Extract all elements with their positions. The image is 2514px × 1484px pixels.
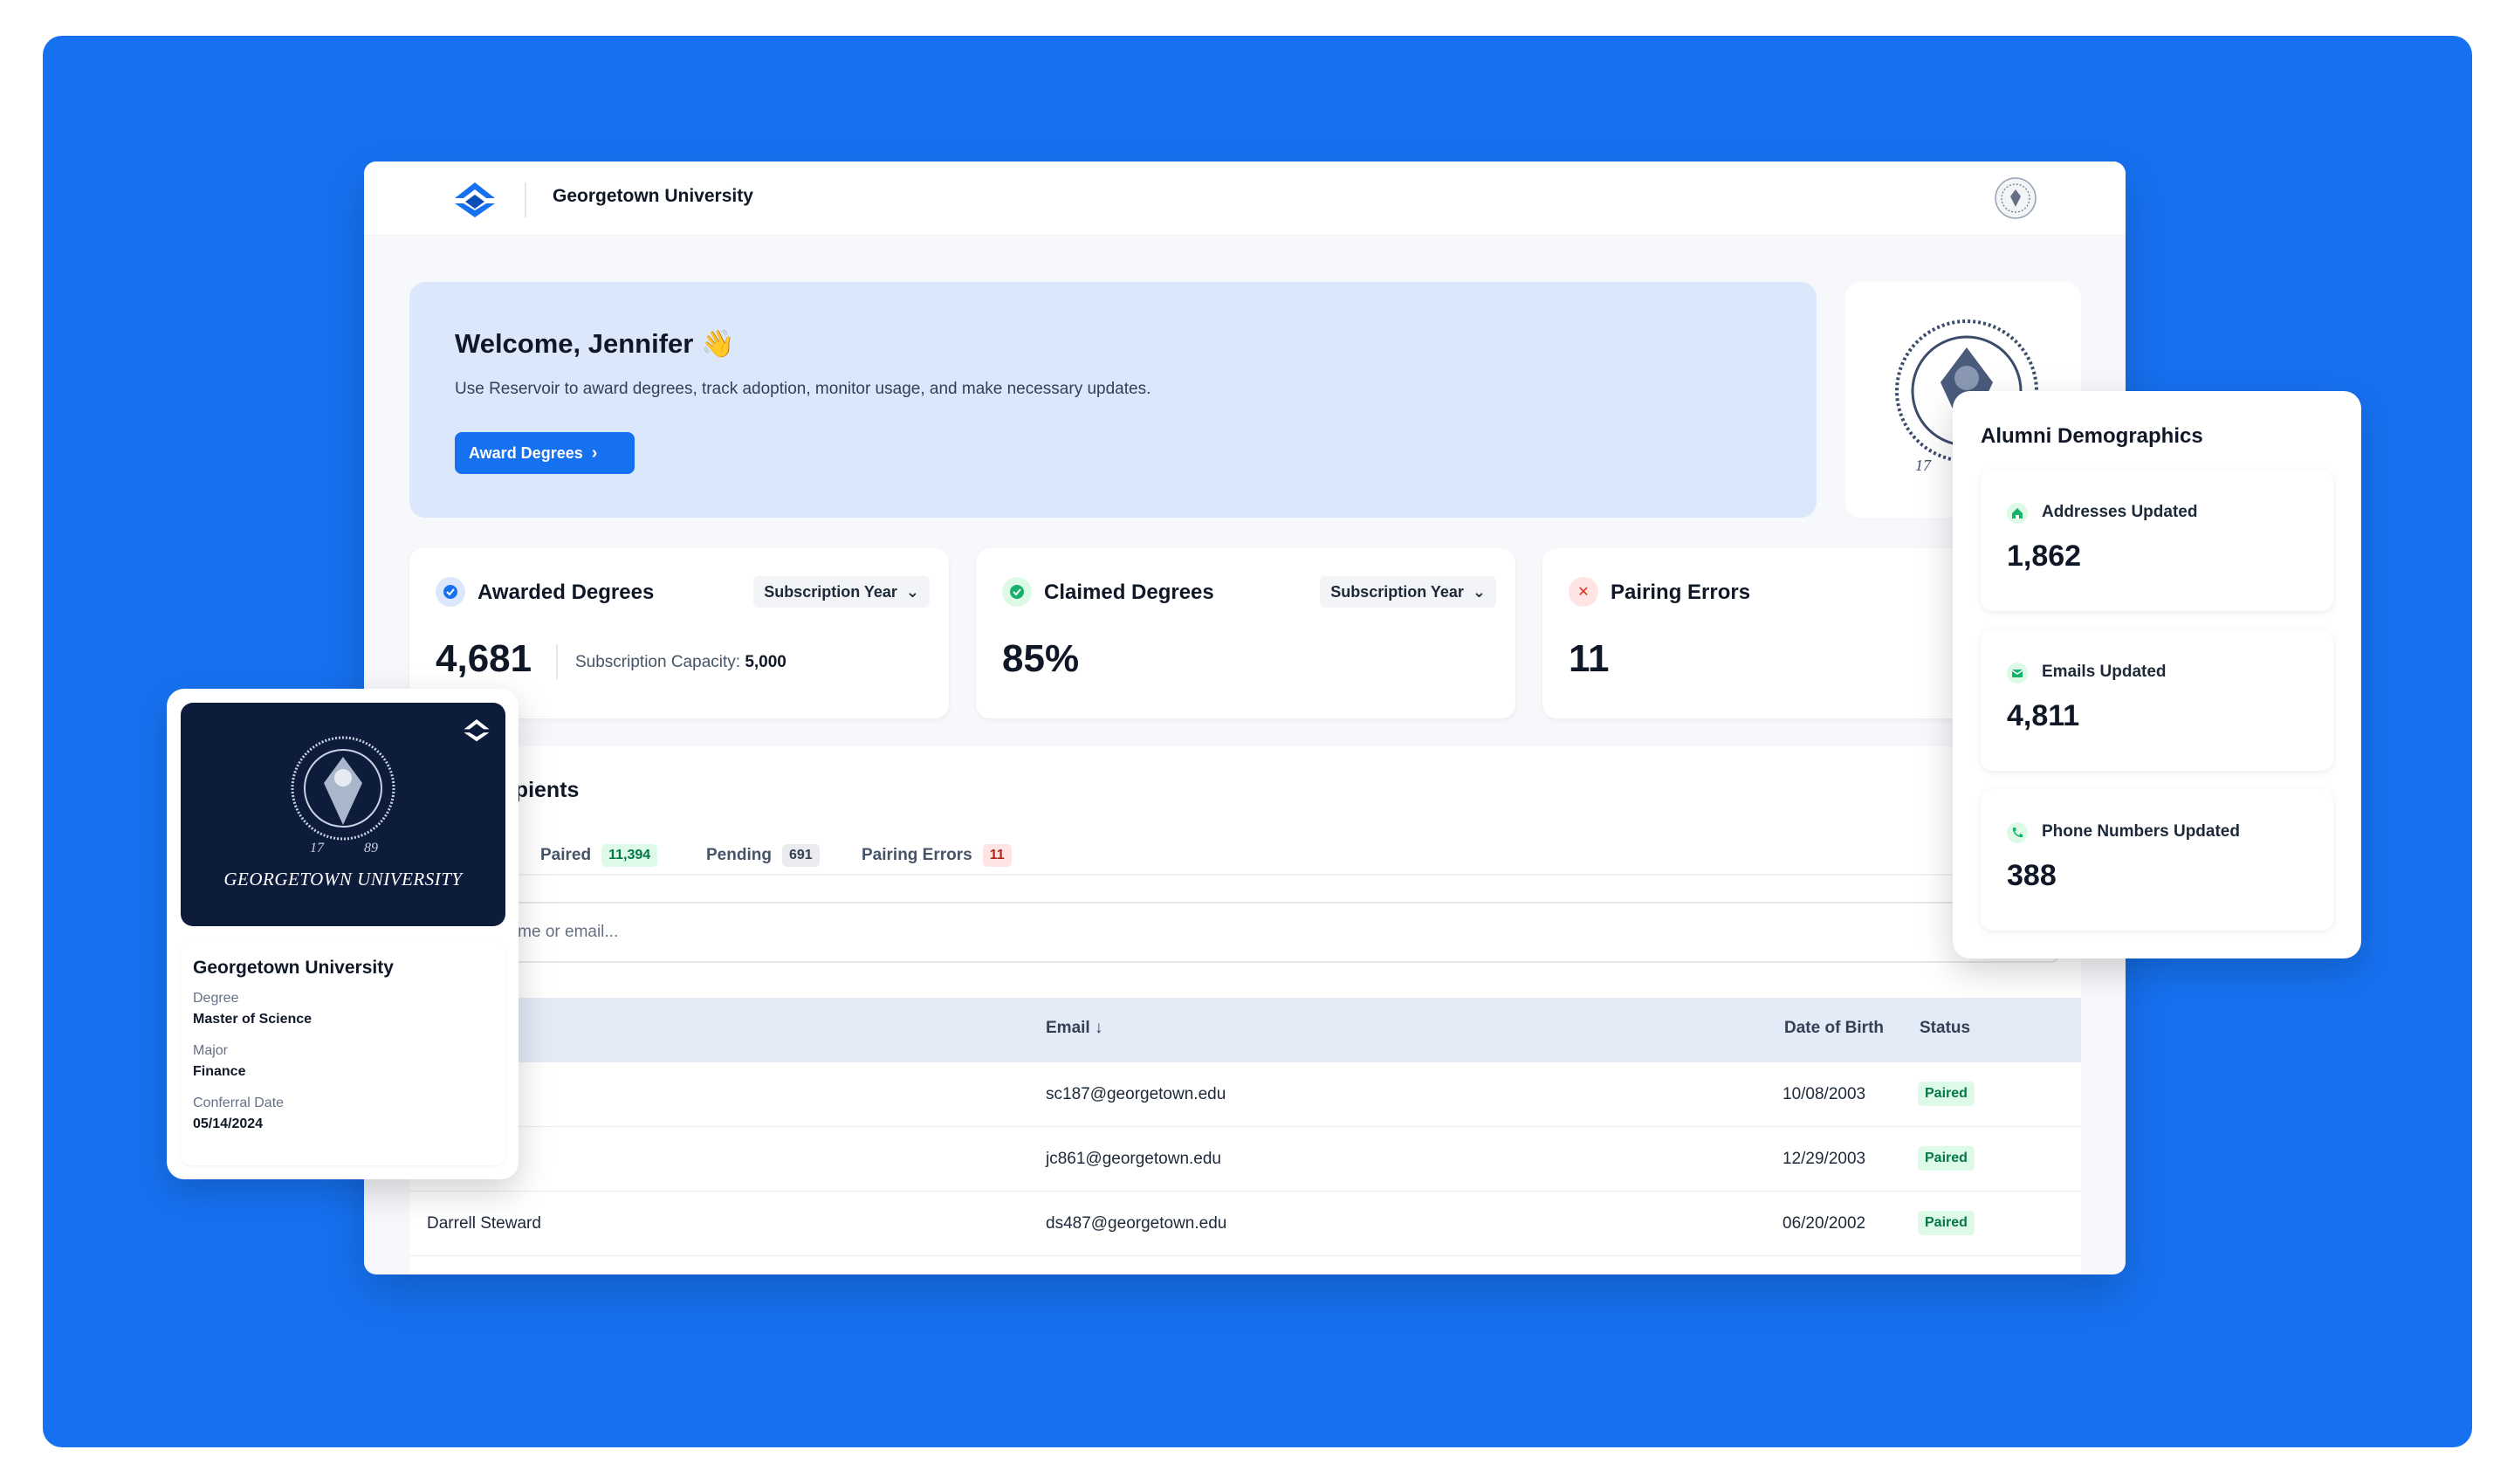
capacity-value: 5,000	[745, 653, 786, 671]
subscription-year-dropdown[interactable]: Subscription Year ⌄	[1320, 576, 1496, 608]
claimed-degrees-title: Claimed Degrees	[1044, 581, 1214, 604]
major-value: Finance	[193, 1064, 246, 1079]
reservoir-logo-icon[interactable]	[451, 179, 498, 219]
award-degrees-button[interactable]: Award Degrees ›	[455, 432, 635, 474]
seal-card-year: 17	[1915, 457, 1931, 474]
tab-paired[interactable]: Paired 11,394	[540, 844, 658, 867]
subscription-capacity: Subscription Capacity: 5,000	[575, 653, 786, 672]
reservoir-logo-icon	[464, 719, 490, 742]
welcome-subtitle: Use Reservoir to award degrees, track ad…	[455, 380, 1151, 398]
claimed-icon	[1002, 577, 1032, 607]
major-label: Major	[193, 1043, 229, 1058]
alumni-demographics-panel: Alumni Demographics Addresses Updated 1,…	[1953, 391, 2361, 958]
emails-updated-card: Emails Updated 4,811	[1981, 629, 2333, 771]
recipient-dob: 10/08/2003	[1782, 1085, 1866, 1103]
degree-value: Master of Science	[193, 1012, 313, 1027]
seal-year-right: 89	[364, 841, 378, 855]
table-row[interactable]: r jc861@georgetown.edu 12/29/2003 Paired	[409, 1127, 2081, 1192]
tab-count: 11	[982, 844, 1012, 867]
tab-pending[interactable]: Pending 691	[706, 844, 820, 867]
status-badge: Paired	[1918, 1082, 1975, 1106]
addresses-updated-label: Addresses Updated	[2042, 503, 2198, 521]
check-badge-icon	[436, 577, 465, 607]
degree-credential-card[interactable]: 17 89 GEORGETOWN UNIVERSITY Georgetown U…	[167, 689, 519, 1179]
chevron-down-icon: ⌄	[905, 582, 919, 601]
university-seal-icon	[291, 736, 395, 841]
tab-label: Pending	[706, 846, 772, 864]
recipient-dob: 12/29/2003	[1782, 1150, 1866, 1168]
phone-icon	[2007, 822, 2028, 843]
recipient-email: jc861@georgetown.edu	[1046, 1150, 1221, 1168]
dropdown-label: Subscription Year	[1330, 582, 1464, 601]
tab-count: 11,394	[601, 844, 658, 867]
search-input[interactable]: rch by name or email...	[409, 902, 2059, 963]
table-header: Email ↓ Date of Birth Status	[409, 998, 2081, 1062]
status-badge: Paired	[1918, 1211, 1975, 1235]
error-x-icon: ✕	[1569, 577, 1598, 607]
addresses-updated-value: 1,862	[2007, 539, 2082, 573]
degree-label: Degree	[193, 991, 239, 1006]
addresses-updated-card: Addresses Updated 1,862	[1981, 470, 2333, 611]
credential-details: Georgetown University Degree Master of S…	[181, 942, 505, 1165]
status-badge: Paired	[1918, 1146, 1975, 1171]
phone-numbers-updated-card: Phone Numbers Updated 388	[1981, 789, 2333, 931]
home-icon	[2007, 503, 2028, 524]
status-column-header[interactable]: Status	[1920, 1019, 1970, 1038]
stat-divider	[556, 644, 558, 679]
pairing-errors-value: 11	[1569, 637, 1610, 680]
recipient-dob: 06/20/2002	[1782, 1214, 1866, 1233]
recipients-panel: Recipients Paired 11,394 Pending 691 Pai…	[409, 746, 2081, 1274]
conferral-date-value: 05/14/2024	[193, 1116, 264, 1131]
card-university-name: GEORGETOWN UNIVERSITY	[223, 869, 463, 890]
dropdown-label: Subscription Year	[764, 582, 897, 601]
dob-column-header[interactable]: Date of Birth	[1784, 1019, 1884, 1038]
claimed-degrees-card: Claimed Degrees Subscription Year ⌄ 85%	[976, 548, 1515, 718]
claimed-degrees-value: 85%	[1002, 637, 1080, 680]
tab-pairing-errors[interactable]: Pairing Errors 11	[862, 844, 1012, 867]
org-name: Georgetown University	[553, 186, 753, 206]
phone-numbers-updated-label: Phone Numbers Updated	[2042, 822, 2240, 841]
subscription-year-dropdown[interactable]: Subscription Year ⌄	[753, 576, 930, 608]
recipient-email: ds487@georgetown.edu	[1046, 1214, 1227, 1233]
tab-label: Pairing Errors	[862, 846, 972, 864]
welcome-banner: Welcome, Jennifer 👋 Use Reservoir to awa…	[409, 282, 1817, 518]
recipient-email: sc187@georgetown.edu	[1046, 1085, 1226, 1103]
header-divider	[525, 182, 526, 217]
credential-card-front: 17 89 GEORGETOWN UNIVERSITY	[181, 703, 505, 926]
tab-count: 691	[781, 844, 820, 867]
award-degrees-label: Award Degrees	[469, 443, 583, 462]
recipients-tabs: Paired 11,394 Pending 691 Pairing Errors…	[409, 834, 2081, 876]
emails-updated-label: Emails Updated	[2042, 663, 2167, 681]
credential-university: Georgetown University	[193, 958, 394, 978]
top-bar: Georgetown University	[364, 161, 2126, 236]
table-row[interactable]: mmons sc187@georgetown.edu 10/08/2003 Pa…	[409, 1062, 2081, 1127]
seal-year-left: 17	[310, 841, 324, 855]
mail-icon	[2007, 663, 2028, 684]
conferral-date-label: Conferral Date	[193, 1096, 285, 1110]
university-seal-avatar-icon[interactable]	[1995, 177, 2037, 219]
chevron-down-icon: ⌄	[1472, 582, 1486, 601]
phone-numbers-updated-value: 388	[2007, 859, 2057, 892]
emails-updated-value: 4,811	[2007, 699, 2080, 732]
welcome-title: Welcome, Jennifer 👋	[455, 328, 735, 359]
chevron-right-icon: ›	[591, 443, 598, 463]
app-window: Georgetown University Welcome, Jennifer …	[364, 161, 2126, 1274]
table-row[interactable]: Darrell Steward ds487@georgetown.edu 06/…	[409, 1192, 2081, 1256]
capacity-label: Subscription Capacity:	[575, 653, 741, 671]
awarded-degrees-value: 4,681	[436, 637, 532, 680]
column-label: Email	[1046, 1019, 1090, 1037]
pairing-errors-title: Pairing Errors	[1611, 581, 1751, 604]
alumni-demographics-title: Alumni Demographics	[1981, 424, 2203, 448]
email-column-header[interactable]: Email ↓	[1046, 1019, 1102, 1038]
recipient-name: Darrell Steward	[427, 1214, 541, 1233]
arrow-down-icon: ↓	[1094, 1019, 1103, 1037]
awarded-degrees-title: Awarded Degrees	[477, 581, 655, 604]
tab-label: Paired	[540, 846, 592, 864]
